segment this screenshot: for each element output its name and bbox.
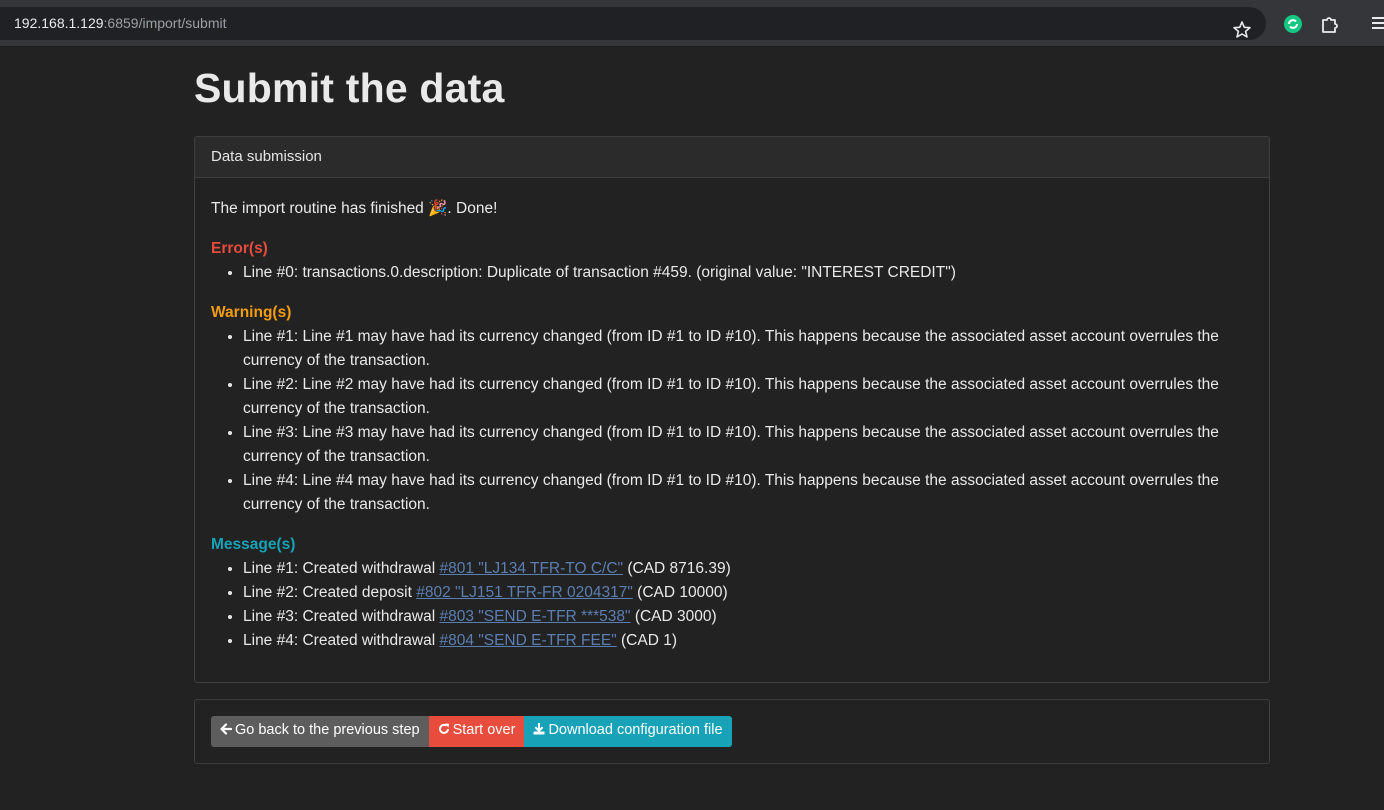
errors-heading: Error(s) xyxy=(211,240,268,257)
page-container: Submit the data Data submission The impo… xyxy=(194,48,1270,764)
message-amount: (CAD 10000) xyxy=(632,584,728,601)
card-body: The import routine has finished 🎉. Done!… xyxy=(195,178,1269,653)
address-bar[interactable]: 192.168.1.129:6859/import/submit xyxy=(0,7,1266,40)
card-header: Data submission xyxy=(195,137,1269,178)
download-config-button[interactable]: Download configuration file xyxy=(524,716,732,747)
error-item: Line #0: transactions.0.description: Dup… xyxy=(243,261,1253,285)
message-amount: (CAD 8716.39) xyxy=(623,560,731,577)
start-over-button[interactable]: Start over xyxy=(428,716,525,747)
extension-green-icon[interactable] xyxy=(1284,15,1302,33)
back-button[interactable]: Go back to the previous step xyxy=(211,716,429,747)
star-icon[interactable] xyxy=(1232,20,1252,40)
warning-item: Line #4: Line #4 may have had its curren… xyxy=(243,469,1253,517)
finished-message: The import routine has finished 🎉. Done! xyxy=(211,200,498,217)
url-path: :6859/import/submit xyxy=(103,15,227,31)
url-text[interactable]: 192.168.1.129:6859/import/submit xyxy=(14,15,226,31)
message-amount: (CAD 1) xyxy=(616,632,677,649)
back-button-label: Go back to the previous step xyxy=(235,722,420,738)
message-text: Line #1: Created withdrawal xyxy=(243,560,440,577)
menu-icon[interactable] xyxy=(1372,16,1384,30)
browser-toolbar: 192.168.1.129:6859/import/submit xyxy=(0,0,1384,47)
errors-list: Line #0: transactions.0.description: Dup… xyxy=(211,261,1253,285)
warning-item: Line #1: Line #1 may have had its curren… xyxy=(243,325,1253,373)
transaction-link[interactable]: #803 "SEND E-TFR ***538" xyxy=(439,608,630,625)
url-host: 192.168.1.129 xyxy=(14,15,104,31)
arrow-left-icon xyxy=(220,723,232,735)
warnings-heading: Warning(s) xyxy=(211,304,292,321)
message-item: Line #2: Created deposit #802 "LJ151 TFR… xyxy=(243,581,1253,605)
puzzle-icon[interactable] xyxy=(1320,14,1340,34)
start-over-label: Start over xyxy=(452,722,516,738)
message-item: Line #1: Created withdrawal #801 "LJ134 … xyxy=(243,557,1253,581)
messages-heading: Message(s) xyxy=(211,536,296,553)
submission-card: Data submission The import routine has f… xyxy=(194,136,1270,683)
transaction-link[interactable]: #802 "LJ151 TFR-FR 0204317" xyxy=(416,584,633,601)
message-text: Line #4: Created withdrawal xyxy=(243,632,440,649)
message-text: Line #3: Created withdrawal xyxy=(243,608,440,625)
message-item: Line #4: Created withdrawal #804 "SEND E… xyxy=(243,629,1253,653)
page-title: Submit the data xyxy=(194,65,505,111)
warning-item: Line #3: Line #3 may have had its curren… xyxy=(243,421,1253,469)
download-icon xyxy=(533,723,545,735)
download-config-label: Download configuration file xyxy=(548,722,723,738)
warning-item: Line #2: Line #2 may have had its curren… xyxy=(243,373,1253,421)
transaction-link[interactable]: #804 "SEND E-TFR FEE" xyxy=(439,632,616,649)
transaction-link[interactable]: #801 "LJ134 TFR-TO C/C" xyxy=(439,560,623,577)
actions-card: Go back to the previous step Start over … xyxy=(194,699,1270,764)
message-text: Line #2: Created deposit xyxy=(243,584,417,601)
message-item: Line #3: Created withdrawal #803 "SEND E… xyxy=(243,605,1253,629)
warnings-list: Line #1: Line #1 may have had its curren… xyxy=(211,325,1253,517)
messages-list: Line #1: Created withdrawal #801 "LJ134 … xyxy=(211,557,1253,653)
refresh-icon xyxy=(438,723,449,734)
message-amount: (CAD 3000) xyxy=(630,608,717,625)
